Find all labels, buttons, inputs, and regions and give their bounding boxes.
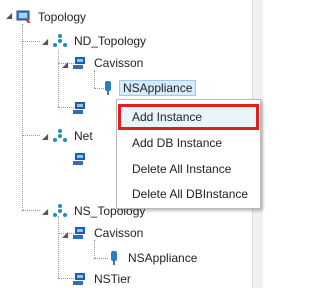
server-icon — [72, 55, 88, 71]
tree-connector — [58, 216, 59, 278]
tree-node-nd-topology[interactable]: ND_Topology — [52, 32, 146, 50]
tree-node-label: NSAppliance — [119, 80, 197, 96]
tree-node-topology[interactable]: Topology — [16, 8, 86, 26]
tree-connector — [22, 135, 40, 136]
menu-item-delete-all-dbinstance[interactable]: Delete All DBInstance — [118, 181, 259, 207]
tree-node-label: Net — [74, 129, 93, 143]
topology-network-icon — [52, 128, 68, 144]
collapse-arrow-icon[interactable]: ◢ — [42, 132, 48, 141]
server-icon — [72, 100, 88, 116]
tree-node-label: ND_Topology — [74, 34, 147, 48]
tree-node-label: Cavisson — [94, 56, 144, 70]
collapse-arrow-icon[interactable]: ◢ — [42, 207, 48, 216]
tree-connector — [22, 41, 40, 42]
menu-item-add-db-instance[interactable]: Add DB Instance — [118, 130, 259, 156]
tree-node-nstier[interactable]: NSTier — [72, 270, 131, 288]
appliance-icon — [100, 80, 116, 96]
tree-connector — [94, 240, 95, 258]
menu-item-delete-all-instance[interactable]: Delete All Instance — [118, 156, 259, 182]
context-menu: Add Instance Add DB Instance Delete All … — [116, 99, 261, 209]
topology-icon — [16, 9, 32, 25]
tree-node-server[interactable] — [72, 99, 88, 117]
tree-connector — [58, 50, 59, 107]
tree-node-label: NSAppliance — [128, 251, 198, 265]
tree-connector — [22, 210, 40, 211]
tree-node-nsappliance[interactable]: NSAppliance — [100, 79, 197, 97]
collapse-arrow-icon[interactable]: ◢ — [62, 60, 68, 69]
tree-node-cavisson[interactable]: Cavisson — [72, 54, 143, 72]
collapse-arrow-icon[interactable]: ◢ — [42, 37, 48, 46]
tree-connector — [22, 24, 23, 210]
tree-node-label: Topology — [38, 10, 87, 24]
collapse-arrow-icon[interactable]: ◢ — [62, 230, 68, 239]
tree-node-label: Cavisson — [94, 226, 144, 240]
tree-connector — [94, 70, 95, 88]
tree-node-label: NSTier — [94, 272, 131, 286]
tree-node-network[interactable]: Net — [52, 127, 93, 145]
tree-node-server[interactable] — [72, 150, 88, 168]
topology-network-icon — [52, 33, 68, 49]
server-icon — [72, 271, 88, 287]
tree-node-nsappliance[interactable]: NSAppliance — [106, 249, 197, 267]
tree-node-cavisson[interactable]: Cavisson — [72, 224, 143, 242]
server-icon — [72, 225, 88, 241]
appliance-icon — [106, 250, 122, 266]
topology-network-icon — [52, 203, 68, 219]
collapse-arrow-icon[interactable]: ◢ — [6, 11, 12, 20]
menu-item-add-instance[interactable]: Add Instance — [118, 104, 259, 130]
server-icon — [72, 151, 88, 167]
